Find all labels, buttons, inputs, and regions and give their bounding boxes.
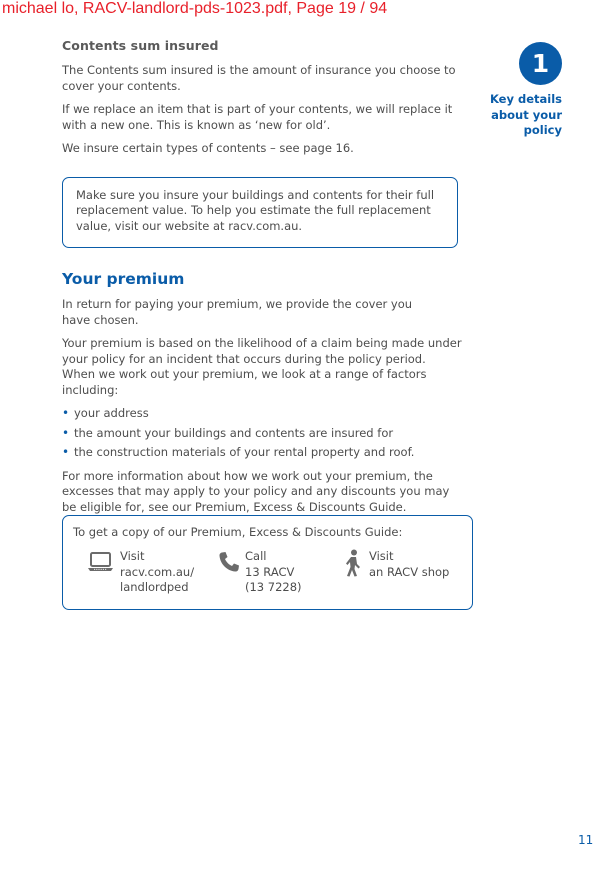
call-option[interactable]: Call 13 RACV (13 7228) [245, 549, 302, 596]
option-line: Call [245, 549, 267, 563]
section-heading: Contents sum insured [62, 38, 219, 53]
page-number: 11 [578, 833, 594, 847]
paragraph: For more information about how we work o… [62, 468, 450, 514]
walking-person-icon [346, 549, 360, 577]
chapter-number-badge: 1 [519, 42, 562, 85]
contents-sum-insured-section: Contents sum insured The Contents sum in… [62, 38, 462, 165]
list-item: • your address [62, 406, 149, 420]
paragraph: If we replace an item that is part of yo… [62, 102, 453, 132]
your-premium-section: Your premium In return for paying your p… [62, 270, 462, 523]
factor-list: • your address • the amount your buildings… [62, 406, 462, 461]
phone-number[interactable]: (13 7228) [245, 580, 302, 596]
document-header: michael lo, RACV-landlord-pds-1023.pdf, … [2, 0, 388, 17]
list-item: • the construction materials of your rent… [62, 445, 415, 459]
visit-website-option[interactable]: Visit racv.com.au/ landlordped [120, 549, 194, 596]
visit-shop-option[interactable]: Visit an RACV shop [369, 549, 449, 580]
website-link[interactable]: racv.com.au/ [120, 565, 194, 581]
paragraph: The Contents sum insured is the amount o… [62, 63, 456, 93]
guide-info-box: To get a copy of our Premium, Excess & D… [62, 515, 473, 610]
phone-icon [219, 552, 239, 572]
phone-number[interactable]: 13 RACV [245, 565, 302, 581]
bullet-icon: • [62, 406, 70, 420]
callout-box: Make sure you insure your buildings and … [62, 177, 458, 248]
bullet-icon: • [62, 445, 70, 459]
list-item: • the amount your buildings and contents … [62, 425, 394, 440]
website-link[interactable]: landlordped [120, 580, 194, 596]
guide-box-intro: To get a copy of our Premium, Excess & D… [73, 525, 403, 539]
paragraph: In return for paying your premium, we pr… [62, 297, 413, 327]
section-heading: Your premium [62, 270, 185, 288]
option-line: Visit [120, 549, 145, 563]
chapter-label: Key details about your policy [489, 92, 562, 137]
option-line: an RACV shop [369, 564, 450, 579]
paragraph: We insure certain types of contents – se… [62, 141, 354, 155]
option-line: Visit [369, 549, 394, 563]
laptop-icon [88, 552, 113, 571]
paragraph: Your premium is based on the likelihood … [62, 336, 462, 397]
bullet-icon: • [62, 425, 70, 440]
